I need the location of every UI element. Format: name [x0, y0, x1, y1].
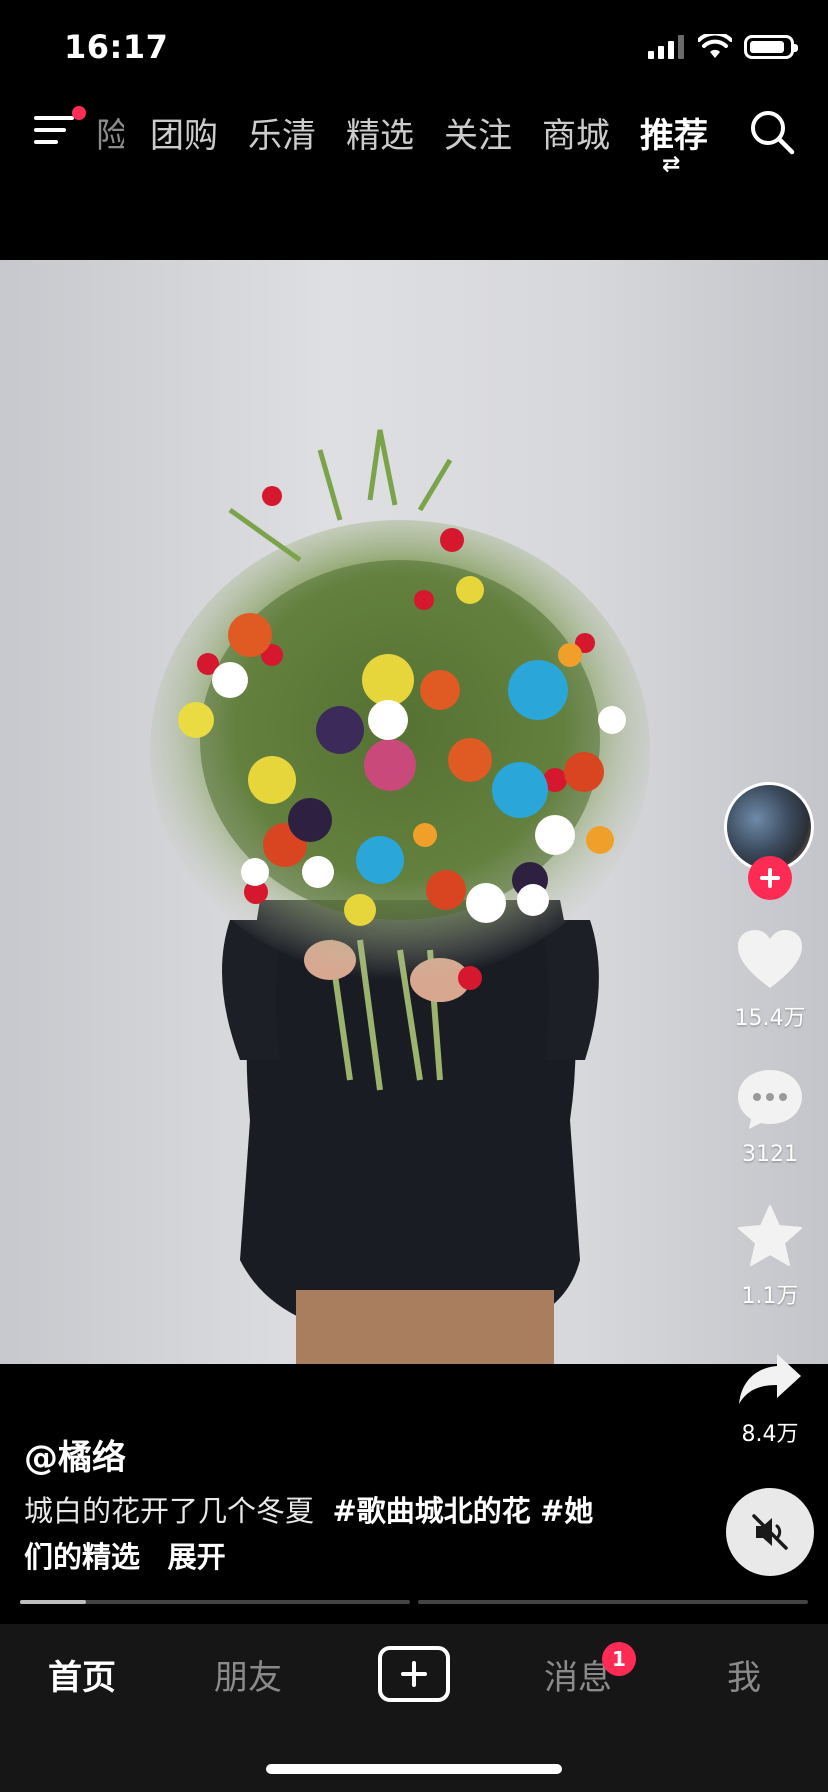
author-name[interactable]: @橘络 — [24, 1430, 126, 1479]
signal-icon — [648, 35, 684, 59]
comment-button[interactable]: 3121 — [728, 1066, 812, 1167]
follow-button[interactable] — [748, 856, 792, 900]
tab-mall[interactable]: 商城 — [542, 108, 610, 157]
create-button[interactable] — [378, 1646, 450, 1702]
search-icon — [751, 111, 795, 155]
favorite-count: 1.1万 — [741, 1284, 799, 1309]
video-player[interactable] — [0, 260, 828, 1364]
share-count: 8.4万 — [741, 1422, 799, 1447]
progress-segment-next[interactable] — [418, 1600, 808, 1604]
tab-recommended[interactable]: 推荐 ⇄ — [640, 108, 708, 177]
video-frame — [150, 429, 650, 1364]
wifi-icon — [698, 34, 732, 58]
battery-icon — [744, 35, 798, 59]
plus-icon — [760, 868, 780, 888]
tab-local[interactable]: 乐清 — [248, 108, 316, 157]
message-badge: 1 — [602, 1642, 636, 1676]
comment-icon — [738, 1070, 802, 1129]
tab-featured[interactable]: 精选 — [346, 108, 414, 157]
tab-following[interactable]: 关注 — [444, 108, 512, 157]
nav-friends[interactable]: 朋友 — [188, 1650, 308, 1699]
caption-text: 城白的花开了几个冬夏 — [24, 1494, 315, 1528]
progress-segment-current[interactable] — [20, 1600, 410, 1604]
switch-icon: ⇄ — [662, 152, 681, 177]
menu-button[interactable] — [32, 106, 86, 158]
hashtag-her-cont[interactable]: 们的精选 — [24, 1540, 140, 1574]
like-button[interactable]: 15.4万 — [728, 928, 812, 1032]
menu-icon — [34, 116, 74, 144]
favorite-button[interactable]: 1.1万 — [728, 1204, 812, 1310]
status-icons — [648, 34, 798, 60]
tab-partial[interactable]: 险 — [96, 108, 124, 157]
nav-home[interactable]: 首页 — [22, 1650, 142, 1699]
search-button[interactable] — [748, 108, 796, 156]
progress-fill — [20, 1600, 87, 1604]
nav-me[interactable]: 我 — [684, 1650, 804, 1699]
share-icon — [739, 1354, 801, 1404]
share-button[interactable]: 8.4万 — [728, 1352, 812, 1448]
status-time: 16:17 — [64, 28, 169, 66]
mute-icon — [752, 1514, 788, 1550]
home-indicator — [266, 1764, 562, 1774]
hashtag-her[interactable]: #她 — [540, 1494, 593, 1528]
mute-toggle[interactable] — [726, 1488, 814, 1576]
tab-group-buy[interactable]: 团购 — [150, 108, 218, 157]
plus-icon — [401, 1661, 427, 1687]
tab-recommended-label: 推荐 — [640, 116, 708, 156]
comment-count: 3121 — [742, 1142, 798, 1167]
like-count: 15.4万 — [734, 1006, 806, 1031]
star-icon — [738, 1205, 802, 1266]
hashtag-song[interactable]: #歌曲城北的花 — [332, 1494, 530, 1528]
expand-link[interactable]: 展开 — [168, 1540, 226, 1574]
post-caption: 城白的花开了几个冬夏 #歌曲城北的花 #她 们的精选 展开 — [24, 1488, 624, 1580]
notification-dot — [72, 106, 86, 120]
top-tabs: 险 团购 乐清 精选 关注 商城 推荐 ⇄ — [96, 108, 708, 177]
heart-icon — [738, 930, 802, 988]
